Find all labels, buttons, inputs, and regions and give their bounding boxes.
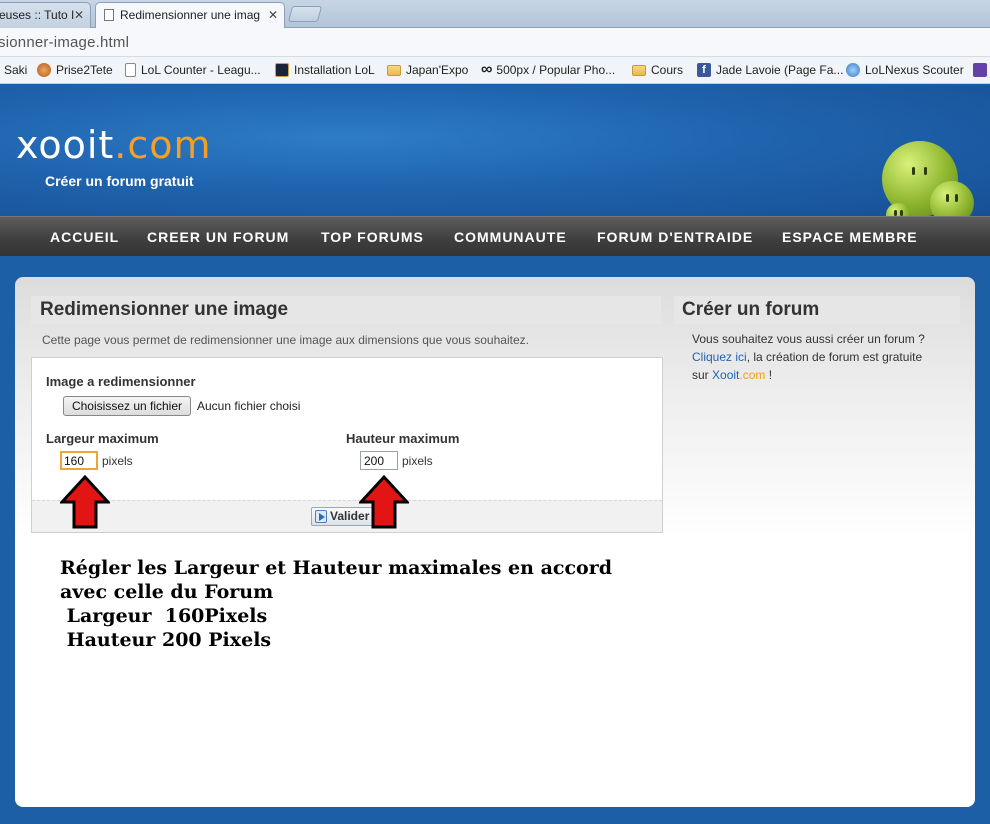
bookmark-label: LoLNexus Scouter [865,63,964,77]
folder-icon [387,64,401,76]
site-header: xooit.com Créer un forum gratuit [0,85,990,216]
nav-creer-un-forum[interactable]: CREER UN FORUM [147,229,289,245]
nav-espace-membre[interactable]: ESPACE MEMBRE [782,229,918,245]
tab-title: Redimensionner une imag [120,8,260,22]
height-unit: pixels [402,454,433,468]
sidebar-text-4: ! [765,368,773,382]
folder-icon [632,64,646,76]
cliquez-ici-link[interactable]: Cliquez ici [692,350,747,364]
skull-icon [37,63,51,77]
bookmark-label: Saki [4,63,28,77]
sidebar-text-1: Vous souhaitez vous aussi créer un forum… [692,332,925,346]
sidebar-text-2: , la création de forum est gratuite [746,350,923,364]
xooit-logo[interactable]: xooit.com [16,123,212,167]
tagline: Créer un forum gratuit [45,173,194,189]
bookmark-label: Installation LoL [294,63,375,77]
tab-tuto[interactable]: euses :: Tuto I ✕ [0,2,91,28]
form-footer: Valider [32,500,662,532]
bookmark-cours[interactable]: Cours [632,63,683,77]
bookmark-installation-lol[interactable]: Installation LoL [275,63,375,77]
bookmark-lolnexus[interactable]: LoLNexus Scouter [846,63,964,77]
red-arrow-up-icon [60,475,110,529]
xooit-tld: .com [739,368,766,382]
url-text: sionner-image.html [0,34,130,51]
annotation-line: avec celle du Forum [60,581,274,603]
annotation-line: Largeur 160Pixels [60,605,268,627]
lol-icon [275,63,289,77]
bookmark-label: Japan'Expo [406,63,469,77]
bookmark-label: LoL Counter - Leagu... [141,63,261,77]
facebook-icon: f [697,63,711,77]
address-bar[interactable]: sionner-image.html [0,28,990,57]
bookmark-lol-counter[interactable]: LoL Counter - Leagu... [125,63,261,77]
bookmark-japan-expo[interactable]: Japan'Expo [387,63,468,77]
resize-form: Image a redimensionner Choisissez un fic… [31,357,663,533]
bookmarks-bar: Saki Prise2Tete LoL Counter - Leagu... I… [0,57,990,84]
tab-redimensionner[interactable]: Redimensionner une imag ✕ [95,2,285,29]
sidebar-text: Vous souhaitez vous aussi créer un forum… [692,330,952,384]
twitch-icon[interactable] [973,63,987,77]
file-status: Aucun fichier choisi [197,399,301,413]
infinity-icon: ∞ [481,61,493,78]
bookmark-500px[interactable]: ∞ 500px / Popular Pho... [481,61,616,78]
height-label: Hauteur maximum [346,431,460,446]
page-title: Redimensionner une image [31,296,661,324]
bookmark-saki[interactable]: Saki [4,63,27,77]
bookmark-label: Prise2Tete [56,63,113,77]
nexus-icon [846,63,860,77]
close-tab-icon[interactable]: ✕ [74,8,84,22]
bookmark-label: Cours [651,63,684,77]
content-panel: Redimensionner une image Cette page vous… [15,277,975,807]
width-input[interactable] [60,451,98,470]
sidebar-text-3: sur [692,368,713,382]
image-label: Image a redimensionner [46,374,196,389]
nav-forum-entraide[interactable]: FORUM D'ENTRAIDE [597,229,753,245]
tab-strip: euses :: Tuto I ✕ Redimensionner une ima… [0,0,990,29]
width-unit: pixels [102,454,133,468]
nav-communaute[interactable]: COMMUNAUTE [454,229,567,245]
page-icon [104,9,114,21]
play-icon [315,510,327,523]
xooit-link[interactable]: Xooit [712,368,739,382]
red-arrow-up-icon [359,475,409,529]
bookmark-prise2tete[interactable]: Prise2Tete [37,63,113,77]
height-input[interactable] [360,451,398,470]
bookmark-jade-lavoie[interactable]: f Jade Lavoie (Page Fa... [697,63,843,77]
choose-file-button[interactable]: Choisissez un fichier [63,396,191,416]
annotation-line: Hauteur 200 Pixels [60,629,272,651]
annotation-line: Régler les Largeur et Hauteur maximales … [60,557,612,579]
close-tab-icon[interactable]: ✕ [268,8,278,22]
tab-title: euses :: Tuto I [0,8,75,22]
width-label: Largeur maximum [46,431,159,446]
page-icon [125,63,136,77]
page-description: Cette page vous permet de redimensionner… [42,333,529,347]
logo-main: xooit [16,123,115,167]
nav-top-forums[interactable]: TOP FORUMS [321,229,424,245]
sidebar-title: Créer un forum [674,296,960,324]
bookmark-label: 500px / Popular Pho... [496,63,616,77]
new-tab-button[interactable] [287,6,323,22]
main-nav: ACCUEIL CREER UN FORUM TOP FORUMS COMMUN… [0,216,990,256]
instruction-annotation: Régler les Largeur et Hauteur maximales … [60,556,612,652]
nav-accueil[interactable]: ACCUEIL [50,229,119,245]
logo-tld: .com [114,123,212,167]
bookmark-label: Jade Lavoie (Page Fa... [716,63,844,77]
